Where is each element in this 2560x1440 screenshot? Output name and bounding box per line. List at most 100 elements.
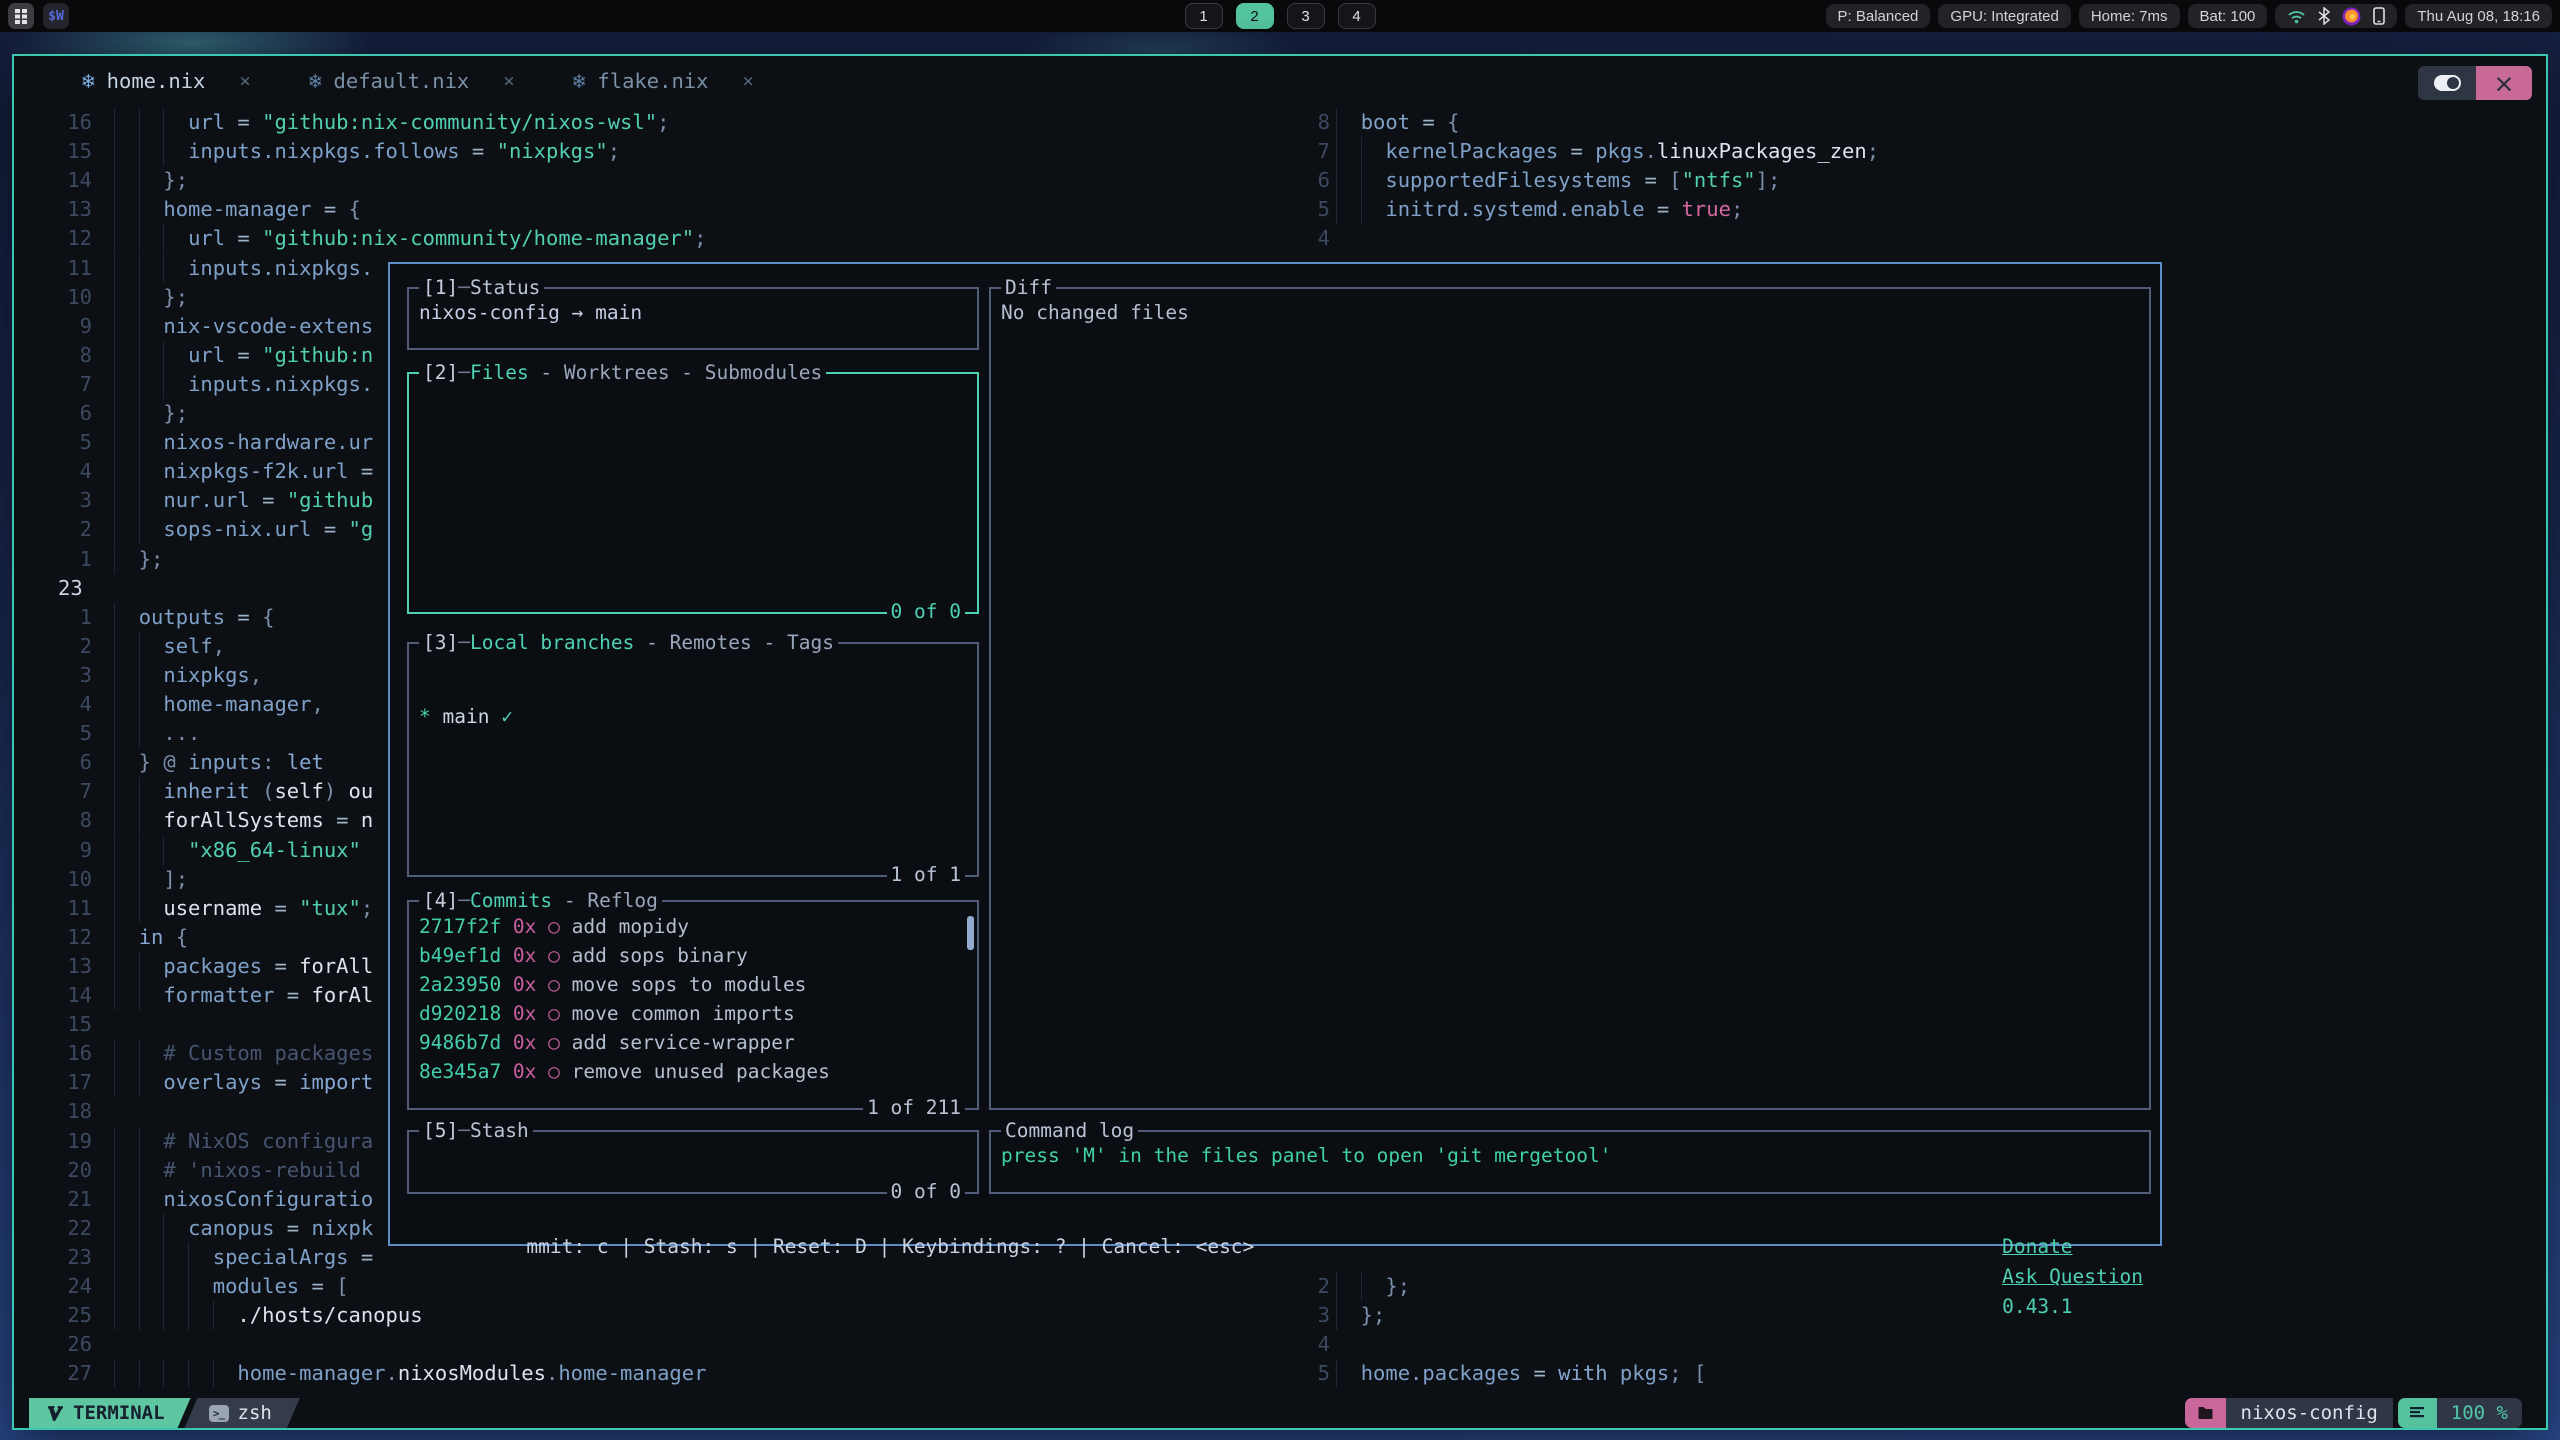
commit-message: move sops to modules	[572, 973, 807, 996]
code-line: 23 specialArgs =	[14, 1243, 2546, 1272]
keybindings-bar: mmit: c | Stash: s | Reset: D | Keybindi…	[409, 1202, 2143, 1232]
tab-close-icon[interactable]: ×	[503, 70, 514, 92]
workspace-3[interactable]: 3	[1287, 3, 1325, 29]
code-text: nixpkgs,	[114, 661, 262, 690]
stash-panel[interactable]: [5]─Stash 0 of 0	[407, 1130, 979, 1194]
code-text: inputs.nixpkgs.	[114, 370, 373, 399]
code-text: boot = {	[1336, 108, 1459, 137]
tab-close-icon[interactable]: ×	[742, 70, 753, 92]
code-text: packages = forAll	[114, 952, 373, 981]
status-pill: Home: 7ms	[2079, 4, 2180, 28]
line-number: 3	[50, 486, 92, 515]
line-number: 8	[50, 341, 92, 370]
code-text: initrd.systemd.enable = true;	[1336, 195, 1743, 224]
status-panel[interactable]: [1]─Status nixos-config → main	[407, 287, 979, 350]
tab-home-nix[interactable]: ❄home.nix×	[82, 69, 251, 93]
workspace-1[interactable]: 1	[1185, 3, 1223, 29]
code-line: 6 supportedFilesystems = ["ntfs"];	[14, 166, 2546, 195]
line-number: 8	[50, 806, 92, 835]
commits-scrollbar[interactable]	[967, 916, 974, 950]
line-number: 3	[50, 661, 92, 690]
pin-toggle-icon	[2434, 75, 2461, 91]
commit-mark: 0x ○	[513, 1060, 572, 1083]
tab-label: flake.nix	[597, 69, 708, 93]
window-pin-button[interactable]	[2418, 66, 2476, 100]
line-number: 7	[50, 777, 92, 806]
workspace-2[interactable]: 2	[1236, 3, 1274, 29]
tab-close-icon[interactable]: ×	[239, 70, 250, 92]
commits-panel[interactable]: [4]─Commits - Reflog 2717f2f 0x ○ add mo…	[407, 900, 979, 1110]
lazygit-window: [1]─Status nixos-config → main [2]─Files…	[388, 262, 2162, 1246]
code-text: # 'nixos-rebuild	[114, 1156, 361, 1185]
commit-message: add service-wrapper	[572, 1031, 795, 1054]
line-number: 23	[50, 574, 92, 603]
panel-count: 1 of 1	[887, 862, 965, 888]
lines-icon	[2409, 1406, 2425, 1420]
commit-row[interactable]: 8e345a7 0x ○ remove unused packages	[419, 1057, 967, 1086]
repo-branch-status: nixos-config → main	[419, 301, 967, 324]
code-text: formatter = forAl	[114, 981, 373, 1010]
tab-bar: ❄home.nix× ❄default.nix× ❄ flake.nix ×	[14, 56, 2546, 106]
command-log-content: press 'M' in the files panel to open 'gi…	[1001, 1144, 2139, 1167]
code-text: forAllSystems = n	[114, 806, 373, 835]
line-number: 9	[50, 836, 92, 865]
panel-title: Command log	[1001, 1118, 1138, 1144]
commit-message: remove unused packages	[572, 1060, 830, 1083]
clock: Thu Aug 08, 18:16	[2405, 4, 2552, 28]
code-text: };	[114, 545, 163, 574]
desktop: $W 1234 P: BalancedGPU: IntegratedHome: …	[0, 0, 2560, 1440]
tray-pill[interactable]	[2275, 4, 2397, 28]
commit-hash: 2a23950	[419, 973, 513, 996]
code-text: username = "tux";	[114, 894, 373, 923]
command-log-panel[interactable]: Command log press 'M' in the files panel…	[989, 1130, 2151, 1194]
commit-row[interactable]: 2717f2f 0x ○ add mopidy	[419, 912, 967, 941]
line-number: 12	[50, 923, 92, 952]
commit-row[interactable]: 2a23950 0x ○ move sops to modules	[419, 970, 967, 999]
tab-default-nix[interactable]: ❄default.nix×	[309, 69, 515, 93]
commit-row[interactable]: b49ef1d 0x ○ add sops binary	[419, 941, 967, 970]
donate-link[interactable]: Donate	[2002, 1235, 2072, 1258]
commit-mark: 0x ○	[513, 944, 572, 967]
diff-panel[interactable]: Diff No changed files	[989, 287, 2151, 1110]
code-text: };	[114, 399, 188, 428]
code-text: };	[114, 283, 188, 312]
code-line: 7 kernelPackages = pkgs.linuxPackages_ze…	[14, 137, 2546, 166]
wifi-icon	[2287, 9, 2306, 24]
line-number: 4	[50, 457, 92, 486]
commit-row[interactable]: d920218 0x ○ move common imports	[419, 999, 967, 1028]
folder-icon	[2197, 1406, 2214, 1420]
code-text: ];	[114, 865, 188, 894]
tab-flake-nix[interactable]: ❄flake.nix×	[573, 69, 754, 93]
line-number: 5	[50, 719, 92, 748]
firefox-icon	[2342, 7, 2361, 26]
terminal-window: ❄home.nix× ❄default.nix× ❄ flake.nix × × 1 6 …	[12, 54, 2548, 1430]
line-number: 3	[1300, 1301, 1330, 1330]
close-icon: ×	[2494, 69, 2515, 98]
window-close-button[interactable]: ×	[2476, 66, 2532, 100]
line-number: 6	[50, 748, 92, 777]
code-text: "x86_64-linux"	[114, 836, 361, 865]
files-panel[interactable]: [2]─Files - Worktrees - Submodules 0 of …	[407, 372, 979, 614]
code-text: overlays = import	[114, 1068, 373, 1097]
line-number: 1	[50, 545, 92, 574]
status-pill: P: Balanced	[1826, 4, 1931, 28]
code-line: 8 boot = {	[14, 108, 2546, 137]
ask-question-link[interactable]: Ask Question	[2002, 1265, 2143, 1288]
code-text: home-manager,	[114, 690, 324, 719]
branch-row[interactable]: * main ✓	[419, 702, 967, 731]
code-text: # Custom packages	[114, 1039, 373, 1068]
panel-count: 0 of 0	[887, 599, 965, 625]
version-label: 0.43.1	[2002, 1295, 2072, 1318]
code-text: nur.url = "github	[114, 486, 373, 515]
nix-snowflake-icon: ❄	[82, 69, 95, 93]
line-number: 9	[50, 312, 92, 341]
repo-label: nixos-config	[2226, 1398, 2393, 1428]
bluetooth-icon	[2318, 7, 2330, 25]
commit-row[interactable]: 9486b7d 0x ○ add service-wrapper	[419, 1028, 967, 1057]
branches-panel[interactable]: [3]─Local branches - Remotes - Tags * ma…	[407, 642, 979, 877]
line-number: 15	[50, 1010, 92, 1039]
workspace-4[interactable]: 4	[1338, 3, 1376, 29]
code-text: } @ inputs: let	[114, 748, 324, 777]
line-number: 22	[50, 1214, 92, 1243]
line-number: 10	[50, 865, 92, 894]
